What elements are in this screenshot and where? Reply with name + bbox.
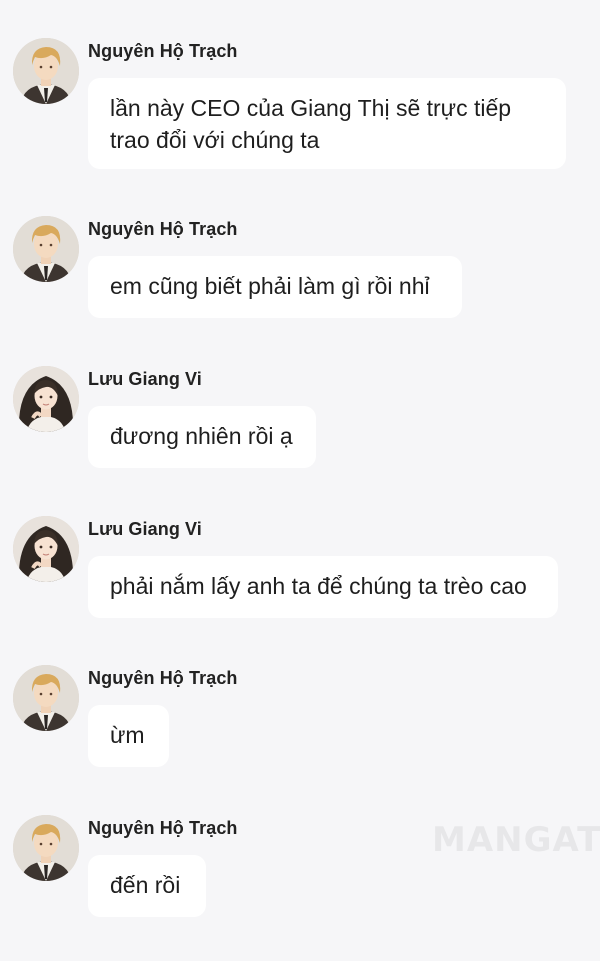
- male-avatar-icon[interactable]: [13, 815, 79, 881]
- message-bubble[interactable]: ừm: [88, 705, 169, 767]
- female-avatar-icon[interactable]: [13, 366, 79, 432]
- male-avatar-icon[interactable]: [13, 665, 79, 731]
- message-bubble[interactable]: phải nắm lấy anh ta để chúng ta trèo cao: [88, 556, 558, 618]
- chat-conversation: Nguyên Hộ Trạch lần này CEO của Giang Th…: [0, 0, 600, 961]
- male-avatar-icon[interactable]: [13, 216, 79, 282]
- male-avatar-icon[interactable]: [13, 38, 79, 104]
- sender-name: Nguyên Hộ Trạch: [88, 219, 238, 239]
- sender-name: Nguyên Hộ Trạch: [88, 668, 238, 688]
- sender-name: Nguyên Hộ Trạch: [88, 41, 238, 61]
- sender-name: Nguyên Hộ Trạch: [88, 818, 238, 838]
- watermark-logo: MANGATOO: [432, 820, 600, 860]
- message-bubble[interactable]: em cũng biết phải làm gì rồi nhỉ: [88, 256, 462, 318]
- message-bubble[interactable]: đến rồi: [88, 855, 206, 917]
- message-bubble[interactable]: lần này CEO của Giang Thị sẽ trực tiếp t…: [88, 78, 566, 169]
- sender-name: Lưu Giang Vi: [88, 369, 202, 389]
- female-avatar-icon[interactable]: [13, 516, 79, 582]
- sender-name: Lưu Giang Vi: [88, 519, 202, 539]
- message-bubble[interactable]: đương nhiên rồi ạ: [88, 406, 316, 468]
